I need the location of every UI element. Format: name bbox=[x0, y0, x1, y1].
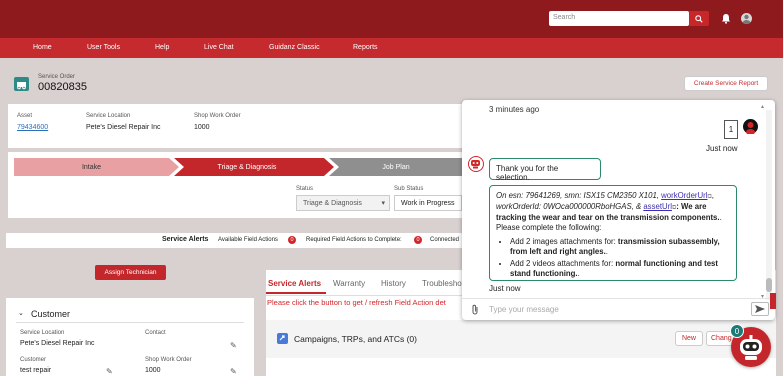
tab-service-alerts[interactable]: Service Alerts bbox=[268, 279, 321, 288]
list-item: Add 2 videos attachments for: normal fun… bbox=[510, 259, 730, 279]
available-count-badge: 0 bbox=[288, 236, 296, 244]
search-input[interactable]: Search bbox=[549, 11, 689, 26]
service-location-label: Service Location bbox=[86, 113, 131, 119]
bot-message-time: Just now bbox=[489, 284, 521, 293]
bell-icon[interactable] bbox=[721, 13, 731, 26]
customer-value: test repair bbox=[20, 367, 52, 374]
customer-panel-title: Customer bbox=[31, 309, 71, 319]
scrollbar[interactable] bbox=[766, 110, 772, 300]
create-service-report-button[interactable]: Create Service Report bbox=[684, 76, 768, 91]
field-action-message: Please click the button to get / refresh… bbox=[267, 298, 446, 307]
nav-item-home[interactable]: Home bbox=[33, 44, 52, 51]
user-message-bubble: 1 bbox=[724, 120, 738, 139]
customer-work-order-value: 1000 bbox=[145, 367, 161, 374]
shop-work-order-value: 1000 bbox=[194, 124, 210, 131]
customer-work-order-label: Shop Work Order bbox=[145, 357, 192, 363]
user-avatar-icon bbox=[743, 119, 758, 135]
connected-label: Connected bbox=[430, 237, 460, 243]
esn-text: On esn: 79641269, smn: ISX15 CM2350 X101… bbox=[496, 191, 662, 200]
nav-item-reports[interactable]: Reports bbox=[353, 44, 378, 51]
assign-technician-button[interactable]: Assign Technician bbox=[95, 265, 166, 280]
nav-item-guidanz-classic[interactable]: Guidanz Classic bbox=[269, 44, 320, 51]
service-order-number: 00820835 bbox=[38, 81, 87, 93]
divider bbox=[16, 322, 244, 323]
avatar[interactable] bbox=[741, 13, 752, 24]
edit-customer-icon[interactable]: ✎ bbox=[106, 367, 113, 376]
required-count-badge: 0 bbox=[414, 236, 422, 244]
chevron-down-icon: ▾ bbox=[381, 200, 385, 207]
customer-location-label: Service Location bbox=[20, 330, 65, 336]
details-card bbox=[8, 104, 462, 148]
active-tab-indicator bbox=[266, 292, 326, 294]
nav-item-user-tools[interactable]: User Tools bbox=[87, 44, 120, 51]
stage-job-plan[interactable]: Job Plan bbox=[330, 158, 462, 176]
alerts-bar-title: Service Alerts bbox=[162, 236, 209, 243]
asset-url-link[interactable]: assetUrl bbox=[643, 202, 672, 211]
shop-work-order-label: Shop Work Order bbox=[194, 113, 241, 119]
search-button[interactable] bbox=[689, 11, 709, 26]
new-button[interactable]: New bbox=[675, 331, 703, 346]
stage-intake[interactable]: Intake bbox=[14, 158, 169, 176]
side-tab[interactable] bbox=[770, 293, 776, 309]
search-icon bbox=[695, 14, 703, 23]
status-label: Status bbox=[296, 186, 314, 192]
asset-label: Asset bbox=[17, 113, 33, 119]
campaigns-title: Campaigns, TRPs, and ATCs (0) bbox=[294, 334, 417, 344]
edit-contact-icon[interactable]: ✎ bbox=[230, 341, 237, 350]
status-select[interactable]: Triage & Diagnosis ▾ bbox=[296, 195, 390, 211]
service-order-label: Service Order bbox=[38, 74, 76, 80]
tab-warranty[interactable]: Warranty bbox=[333, 279, 365, 288]
campaign-icon bbox=[277, 333, 288, 344]
chat-unread-badge: 0 bbox=[730, 324, 744, 338]
list-item: Add 2 images attachments for: transmissi… bbox=[510, 237, 730, 257]
contact-label: Contact bbox=[145, 330, 166, 336]
send-icon bbox=[755, 305, 765, 313]
chevron-down-icon[interactable]: ⌄ bbox=[18, 309, 24, 317]
work-order-url-link[interactable]: workOrderUrl bbox=[661, 191, 707, 200]
asset-link[interactable]: 79434600 bbox=[17, 124, 48, 131]
tab-troubleshooting[interactable]: Troubleshoo bbox=[422, 279, 466, 288]
divider bbox=[266, 295, 464, 296]
chat-window: 3 minutes ago ▴ ▾ 1 Just now Thank you f… bbox=[462, 100, 775, 320]
bot-message-bubble: Thank you for the selection. bbox=[489, 158, 601, 182]
sub-status-label: Sub Status bbox=[394, 186, 424, 192]
external-link-icon: ⧉ bbox=[707, 194, 712, 200]
stage-triage-diagnosis[interactable]: Triage & Diagnosis bbox=[174, 158, 320, 176]
available-field-actions-label: Available Field Actions bbox=[218, 237, 278, 243]
bot-avatar-icon bbox=[468, 156, 484, 172]
user-message-time: Just now bbox=[706, 144, 738, 153]
paperclip-icon[interactable] bbox=[471, 304, 479, 318]
edit-work-order-icon[interactable]: ✎ bbox=[230, 367, 237, 376]
scrollbar-thumb[interactable] bbox=[766, 278, 772, 292]
divider bbox=[462, 298, 775, 299]
sub-status-select[interactable]: Work in Progress bbox=[394, 195, 462, 211]
work-order-id-text: workOrderId: 0WOcа000000RboHGAS, & bbox=[496, 202, 644, 211]
send-button[interactable] bbox=[751, 302, 769, 316]
service-location-value: Pete's Diesel Repair Inc bbox=[86, 124, 161, 131]
chat-time-header: 3 minutes ago bbox=[489, 105, 540, 114]
tab-history[interactable]: History bbox=[381, 279, 406, 288]
chat-message-input[interactable]: Type your message bbox=[489, 305, 559, 314]
customer-location-value: Pete's Diesel Repair Inc bbox=[20, 340, 95, 347]
customer-label: Customer bbox=[20, 357, 47, 363]
nav-item-live-chat[interactable]: Live Chat bbox=[204, 44, 234, 51]
status-value: Triage & Diagnosis bbox=[303, 200, 362, 207]
service-order-icon bbox=[14, 77, 29, 91]
main-nav: Home User Tools Help Live Chat Guidanz C… bbox=[0, 38, 783, 58]
required-field-actions-label: Required Field Actions to Complete: bbox=[306, 237, 402, 243]
bot-field-action-message: On esn: 79641269, smn: ISX15 CM2350 X101… bbox=[489, 185, 737, 281]
scroll-up-icon[interactable]: ▴ bbox=[761, 103, 764, 110]
nav-item-help[interactable]: Help bbox=[155, 44, 169, 51]
